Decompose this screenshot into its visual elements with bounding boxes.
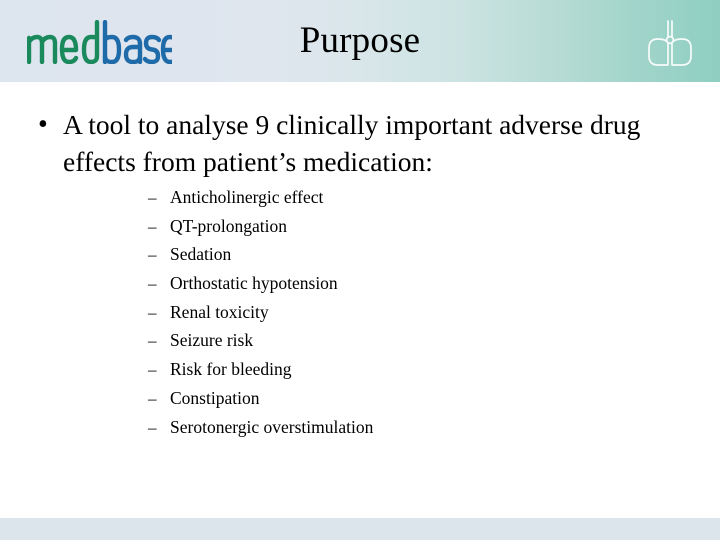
list-item-label: Anticholinergic effect	[170, 187, 324, 207]
dash-marker-icon: –	[148, 360, 157, 380]
main-bullet-marker-icon: •	[38, 109, 48, 140]
adverse-effects-list: – Anticholinergic effect – QT-prolongati…	[148, 183, 688, 441]
list-item-label: Serotonergic overstimulation	[170, 416, 374, 437]
list-item: – Renal toxicity	[148, 298, 688, 327]
slide-header-band: Purpose	[0, 0, 720, 82]
dash-marker-icon: –	[148, 188, 157, 207]
list-item-label: Renal toxicity	[170, 301, 269, 322]
list-item-label: QT-prolongation	[170, 215, 287, 236]
list-item: – Orthostatic hypotension	[148, 269, 688, 298]
dash-marker-icon: –	[148, 417, 157, 437]
list-item-label: Orthostatic hypotension	[170, 273, 338, 294]
list-item: – Serotonergic overstimulation	[148, 413, 688, 442]
list-item-label: Seizure risk	[170, 330, 254, 351]
list-item: – QT-prolongation	[148, 212, 688, 241]
dash-marker-icon: –	[148, 388, 157, 408]
page-title: Purpose	[299, 20, 421, 61]
dash-marker-icon: –	[148, 302, 157, 322]
list-item-label: Sedation	[170, 244, 232, 265]
list-item: – Constipation	[148, 384, 688, 413]
dash-marker-icon: –	[148, 274, 157, 294]
slide-body: • A tool to analyse 9 clinically importa…	[0, 82, 720, 518]
list-item-label: Risk for bleeding	[170, 359, 292, 380]
slide-footer-band	[0, 518, 720, 540]
dash-marker-icon: –	[148, 245, 157, 265]
dash-marker-icon: –	[148, 331, 157, 351]
slide: Purpose • A tool to analyse 9 clinically	[0, 0, 720, 540]
main-bullet-item: • A tool to analyse 9 clinically importa…	[30, 106, 695, 180]
main-bullet-text: A tool to analyse 9 clinically important…	[63, 109, 641, 177]
list-item-label: Constipation	[170, 387, 260, 408]
list-item: – Anticholinergic effect	[148, 183, 688, 212]
list-item: – Seizure risk	[148, 326, 688, 355]
list-item: – Sedation	[148, 240, 688, 269]
list-item: – Risk for bleeding	[148, 355, 688, 384]
db-monogram-icon	[636, 9, 702, 75]
dash-marker-icon: –	[148, 216, 157, 236]
